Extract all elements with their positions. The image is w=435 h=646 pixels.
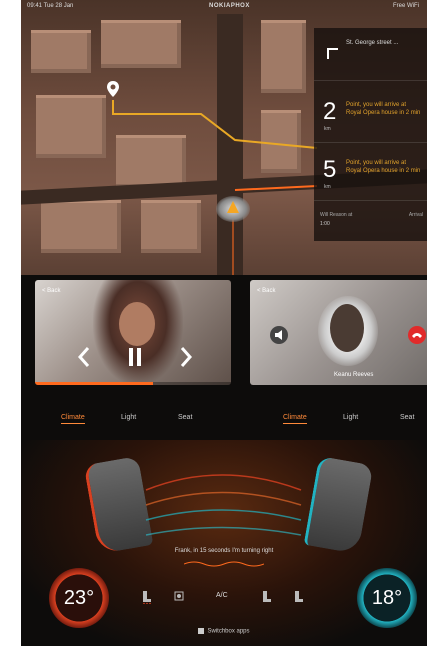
direction-text: Point, you will arrive at Royal Opera ho…	[346, 102, 421, 116]
car-dashboard-screen: St. George street ... 2 km Point, you wi…	[21, 0, 427, 646]
apps-grid-icon	[198, 628, 205, 634]
destination-pin-icon	[107, 81, 119, 97]
hang-up-button[interactable]	[408, 326, 426, 344]
ac-button[interactable]: A/C	[216, 592, 228, 599]
call-back-button[interactable]: < Back	[257, 288, 276, 294]
caller-name: Keanu Reeves	[334, 372, 374, 378]
eta-label: Will Reason at	[320, 212, 353, 218]
track-progress-bar[interactable]	[35, 382, 231, 385]
status-bar: 09:41 Tue 28 Jan NOKIAPHOX Free WiFi	[21, 0, 427, 14]
assistant-message: Frank, in 15 seconds I'm turning right	[174, 548, 274, 554]
directions-panel: St. George street ... 2 km Point, you wi…	[314, 28, 427, 241]
turn-right-icon	[327, 48, 338, 59]
voice-wave-icon	[184, 561, 264, 567]
direction-step[interactable]: 2 km Point, you will arrive at Royal Ope…	[314, 90, 427, 143]
direction-distance: 2	[323, 98, 337, 125]
chevron-left-icon	[77, 347, 90, 367]
phone-hangup-icon	[412, 333, 422, 338]
speaker-button[interactable]	[270, 326, 288, 344]
pause-icon	[129, 348, 141, 366]
direction-distance: 5	[323, 156, 337, 183]
tab-climate[interactable]: Climate	[283, 414, 307, 424]
phone-call-card[interactable]: < Back Keanu Reeves	[250, 280, 427, 385]
driver-temperature-dial[interactable]: 23°	[49, 568, 109, 628]
artist-portrait	[119, 302, 155, 346]
tab-light[interactable]: Light	[343, 414, 358, 421]
seat-heat-button-passenger[interactable]	[261, 590, 273, 604]
seat-heat-icon	[143, 591, 151, 605]
chevron-right-icon	[180, 347, 193, 367]
arrival-label: Arrival	[408, 212, 423, 218]
direction-step[interactable]: St. George street ...	[314, 28, 427, 81]
switchbox-apps-button[interactable]: Switchbox apps	[21, 628, 427, 635]
direction-text: St. George street ...	[346, 40, 399, 46]
eta-value: 1:00	[320, 221, 330, 227]
apps-label: Switchbox apps	[207, 628, 250, 635]
status-brand: NOKIAPHOX	[209, 3, 250, 9]
direction-step[interactable]: 5 km Point, you will arrive at Royal Ope…	[314, 148, 427, 201]
music-back-button[interactable]: < Back	[42, 288, 61, 294]
pause-button[interactable]	[127, 346, 143, 375]
music-player-card[interactable]: < Back	[35, 280, 231, 385]
navigation-map[interactable]: St. George street ... 2 km Point, you wi…	[21, 0, 427, 275]
tab-seat[interactable]: Seat	[178, 414, 192, 421]
tab-seat[interactable]: Seat	[400, 414, 414, 421]
seat-heat-icon	[263, 591, 271, 602]
direction-text: Point, you will arrive at Royal Opera ho…	[346, 160, 421, 174]
next-track-button[interactable]	[179, 346, 193, 375]
caller-avatar	[330, 304, 364, 352]
seat-fan-button-passenger[interactable]	[293, 590, 305, 604]
seat-fan-icon	[295, 591, 303, 602]
direction-unit: km	[324, 184, 331, 190]
speaker-icon	[275, 330, 282, 340]
status-wifi: Free WiFi	[393, 3, 419, 9]
car-arrow-icon	[227, 201, 239, 213]
airflow-visual	[145, 474, 302, 536]
seat-heat-button[interactable]	[141, 590, 153, 605]
climate-panel: Frank, in 15 seconds I'm turning right 2…	[21, 440, 427, 646]
seat-fan-button[interactable]	[173, 590, 185, 604]
tab-light[interactable]: Light	[121, 414, 136, 421]
current-position-marker	[216, 196, 250, 222]
status-time: 09:41 Tue 28 Jan	[27, 3, 74, 9]
previous-track-button[interactable]	[77, 346, 91, 375]
seat-fan-icon	[174, 591, 184, 601]
direction-unit: km	[324, 126, 331, 132]
passenger-temperature-dial[interactable]: 18°	[357, 568, 417, 628]
tab-climate[interactable]: Climate	[61, 414, 85, 424]
track-progress-fill	[35, 382, 153, 385]
